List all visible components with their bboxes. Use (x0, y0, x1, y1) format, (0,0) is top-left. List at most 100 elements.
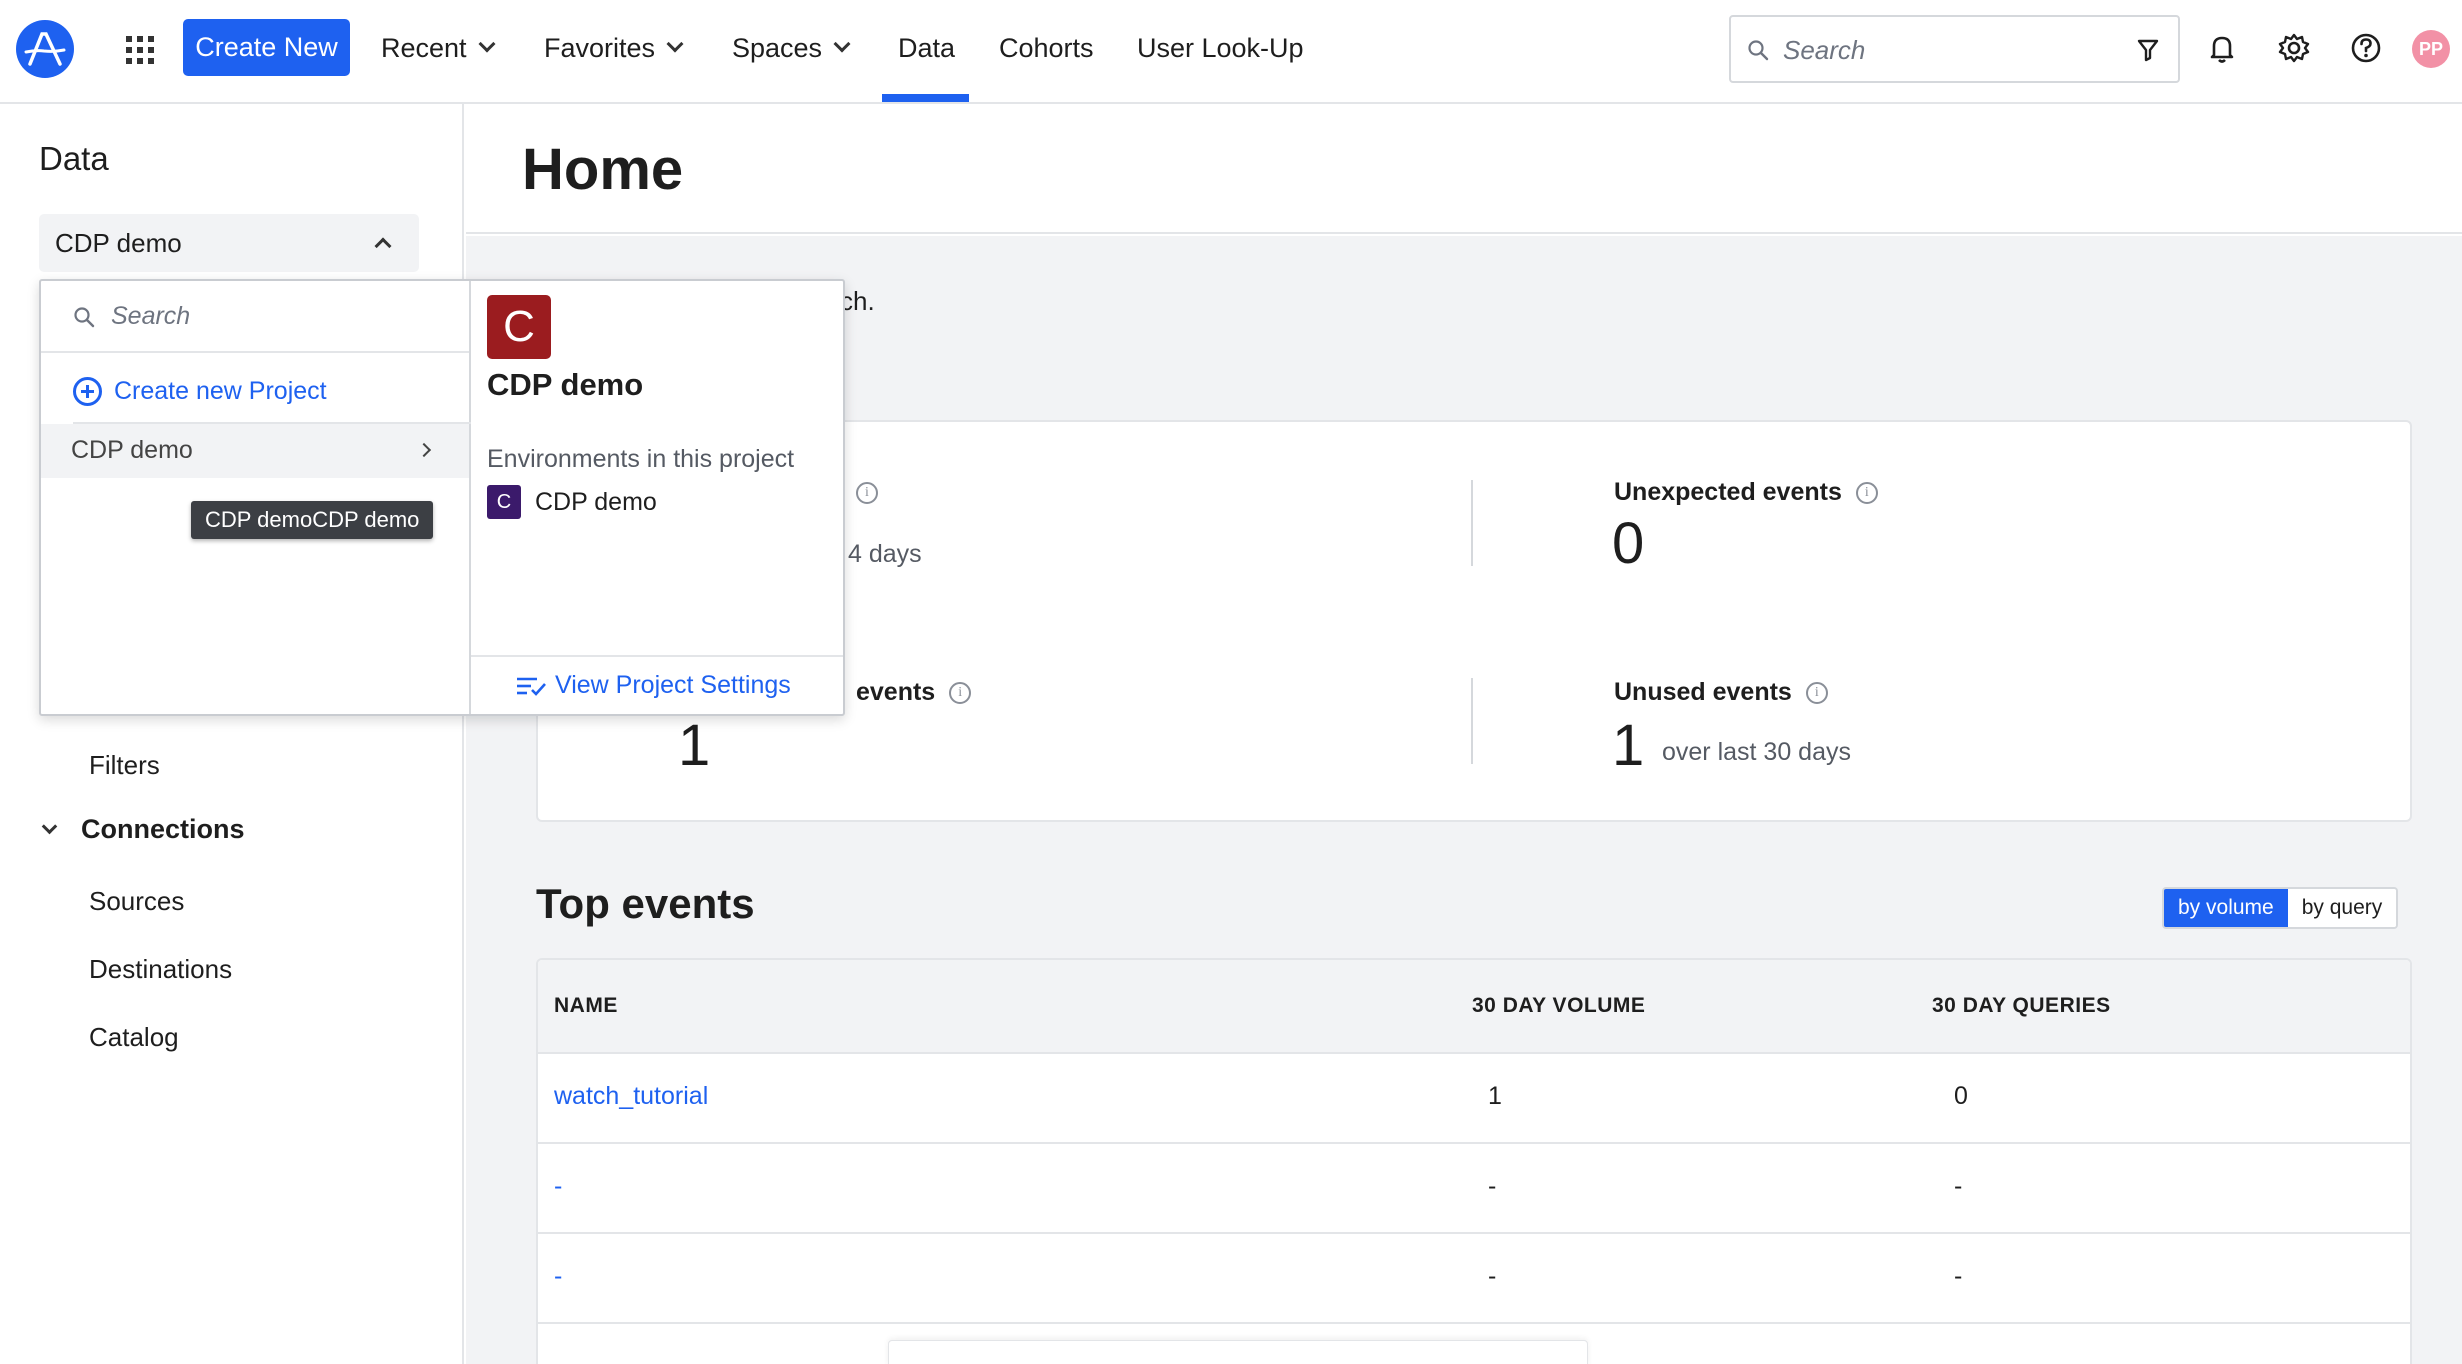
chevron-down-icon (666, 35, 684, 53)
sidebar-section-label: Connections (81, 814, 245, 844)
top-events-toggle: by volume by query (2162, 887, 2399, 929)
gear-icon[interactable] (2276, 30, 2312, 66)
stats-divider (1471, 678, 1473, 764)
event-name-link[interactable]: watch_tutorial (554, 1082, 708, 1111)
sidebar-item-filters[interactable]: Filters (89, 750, 160, 781)
chevron-down-icon (478, 35, 496, 53)
tooltip: CDP demoCDP demo (191, 501, 434, 539)
page-title: Home (522, 137, 684, 202)
info-icon[interactable]: i (949, 681, 972, 704)
active-tab-indicator (882, 94, 969, 102)
top-nav: Create New Recent Favorites Spaces Data … (0, 0, 2462, 104)
nav-recent-label: Recent (381, 32, 467, 63)
help-icon[interactable] (2348, 30, 2384, 66)
event-volume: 1 (1488, 1082, 1502, 1110)
create-project-label: Create new Project (114, 377, 327, 405)
global-search-input[interactable] (1783, 31, 2113, 69)
info-icon[interactable]: i (1805, 681, 1828, 704)
filter-icon[interactable] (2136, 37, 2160, 63)
nav-favorites[interactable]: Favorites (544, 28, 684, 68)
project-detail-footer: View Project Settings (471, 655, 843, 717)
project-selector-label: CDP demo (55, 228, 182, 258)
event-queries: - (1954, 1172, 1963, 1200)
table-row: - - - (538, 1144, 2410, 1234)
project-dropdown: Create new Project CDP demo CDP demoCDP … (39, 279, 845, 716)
project-detail-name: CDP demo (487, 367, 644, 402)
unused-events-subtext: over last 30 days (1662, 738, 1851, 766)
avatar[interactable]: PP (2412, 30, 2450, 68)
info-icon[interactable]: i (856, 482, 878, 504)
amplitude-logo-icon[interactable] (16, 20, 74, 78)
list-check-icon (517, 677, 546, 696)
nav-spaces-label: Spaces (732, 32, 823, 63)
project-search-input[interactable] (111, 297, 451, 335)
stat-2-value: 1 (678, 713, 711, 778)
nav-cohorts-label: Cohorts (999, 32, 1094, 63)
nav-user-lookup[interactable]: User Look-Up (1137, 28, 1304, 68)
environment-item[interactable]: C CDP demo (487, 485, 657, 519)
global-search[interactable] (1729, 15, 2180, 83)
unused-events-value: 1 (1612, 713, 1645, 778)
create-new-button[interactable]: Create New (183, 19, 350, 76)
sidebar-item-destinations[interactable]: Destinations (89, 954, 232, 985)
stat-2-label: events i (856, 678, 972, 707)
top-events-title: Top events (536, 880, 755, 927)
apps-grid-icon[interactable] (126, 36, 154, 64)
event-queries: 0 (1954, 1082, 1968, 1110)
nav-recent[interactable]: Recent (381, 28, 496, 68)
nav-favorites-label: Favorites (544, 32, 656, 63)
create-project-button[interactable]: Create new Project (73, 377, 327, 406)
bell-icon[interactable] (2204, 30, 2240, 66)
unexpected-events-value: 0 (1612, 511, 1645, 576)
nav-data-label: Data (898, 32, 956, 63)
environment-badge: C (487, 485, 521, 519)
table-row: watch_tutorial 1 0 (538, 1054, 2410, 1144)
project-selector[interactable]: CDP demo (39, 214, 419, 272)
project-list-item-label: CDP demo (71, 436, 193, 464)
top-events-table: NAME 30 DAY VOLUME 30 DAY QUERIES watch_… (536, 958, 2412, 1364)
main-header: Home (466, 104, 2462, 234)
view-project-settings-link[interactable]: View Project Settings (515, 671, 791, 700)
plus-circle-icon (73, 377, 102, 406)
event-queries: - (1954, 1262, 1963, 1290)
table-header: NAME 30 DAY VOLUME 30 DAY QUERIES (538, 960, 2410, 1054)
project-list-panel: Create new Project CDP demo CDP demoCDP … (41, 281, 471, 714)
unused-events-label-text: Unused events (1614, 678, 1792, 706)
sidebar-title: Data (39, 140, 109, 177)
chevron-right-icon (416, 442, 432, 458)
sidebar-item-sources[interactable]: Sources (89, 886, 184, 917)
nav-data[interactable]: Data (898, 28, 955, 68)
stat-2-label-text: events (856, 678, 936, 706)
project-list-item[interactable]: CDP demo (41, 424, 469, 478)
column-header-volume[interactable]: 30 DAY VOLUME (1472, 994, 1645, 1018)
nav-spaces[interactable]: Spaces (732, 28, 851, 68)
column-header-queries[interactable]: 30 DAY QUERIES (1932, 994, 2111, 1018)
sidebar-section-connections[interactable]: Connections (41, 814, 245, 845)
sidebar-item-catalog[interactable]: Catalog (89, 1022, 179, 1053)
project-detail-panel: C CDP demo Environments in this project … (471, 281, 843, 714)
info-icon[interactable]: i (1855, 481, 1878, 504)
event-name-link[interactable]: - (554, 1172, 562, 1201)
intro-text: ch. (840, 286, 875, 316)
unused-events-label: Unused events i (1614, 678, 1828, 707)
search-icon (1748, 40, 1769, 61)
chevron-down-icon (41, 818, 58, 835)
view-project-settings-label: View Project Settings (555, 671, 791, 699)
event-volume: - (1488, 1262, 1497, 1290)
column-header-name[interactable]: NAME (554, 994, 618, 1018)
event-volume: - (1488, 1172, 1497, 1200)
chevron-up-icon (374, 237, 392, 255)
environments-label: Environments in this project (487, 445, 795, 473)
chevron-down-icon (833, 35, 851, 53)
project-search[interactable] (41, 281, 469, 353)
bottom-popover (888, 1340, 1588, 1364)
nav-cohorts[interactable]: Cohorts (999, 28, 1094, 68)
unexpected-events-label: Unexpected events i (1614, 478, 1878, 507)
nav-user-lookup-label: User Look-Up (1137, 32, 1304, 63)
stats-divider (1471, 480, 1473, 566)
search-icon (74, 307, 95, 328)
event-name-link[interactable]: - (554, 1262, 562, 1291)
by-volume-button[interactable]: by volume (2164, 889, 2288, 927)
project-badge: C (487, 295, 551, 359)
by-query-button[interactable]: by query (2287, 889, 2397, 927)
